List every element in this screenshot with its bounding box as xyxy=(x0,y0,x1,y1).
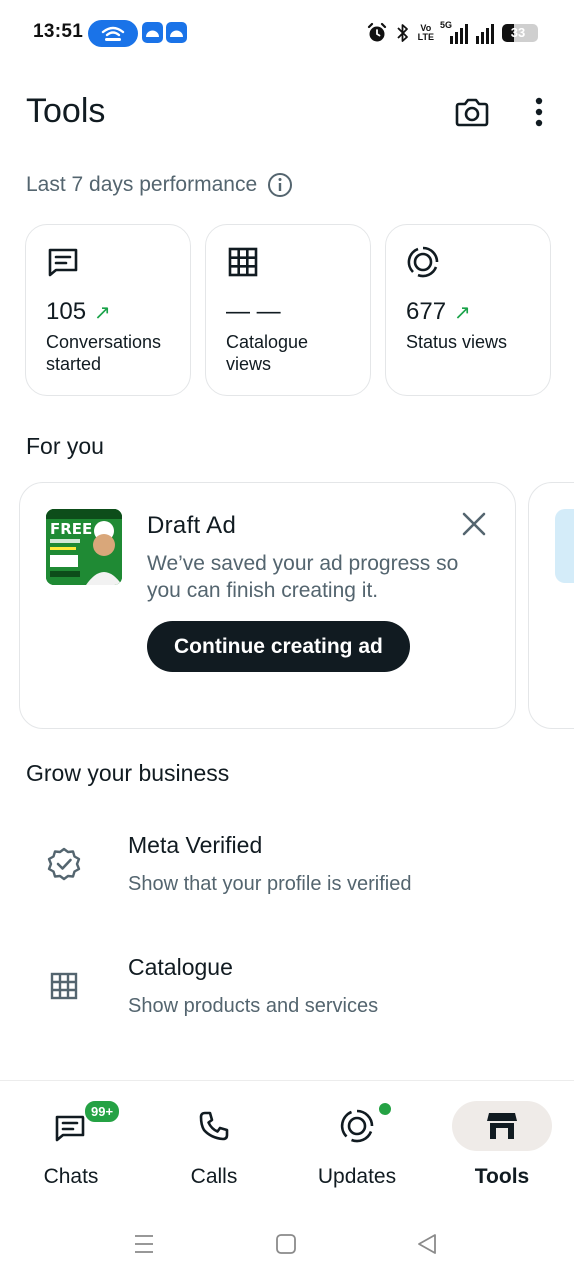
nav-label: Calls xyxy=(190,1165,238,1188)
next-card-thumbnail xyxy=(555,509,574,583)
back-triangle-icon xyxy=(418,1234,436,1254)
alarm-icon xyxy=(367,22,386,42)
status-bar: 13:51 Vo LTE 5G 33 xyxy=(0,0,574,66)
list-item-subtitle: Show products and services xyxy=(128,995,379,1017)
ad-title: Draft Ad xyxy=(147,512,237,539)
performance-title: Last 7 days performance xyxy=(26,173,258,196)
volte-bottom-text: LTE xyxy=(417,32,434,42)
system-navigation-bar xyxy=(0,1204,574,1280)
updates-icon xyxy=(307,1101,407,1151)
trend-up-icon: ↗ xyxy=(454,301,471,324)
status-time: 13:51 xyxy=(33,21,84,42)
draft-ad-card[interactable]: FREE Draft Ad We’ve saved your ad progre… xyxy=(19,482,516,729)
next-card-peek[interactable] xyxy=(528,482,574,729)
nav-label: Tools xyxy=(474,1165,530,1188)
camera-button[interactable] xyxy=(452,92,492,132)
verified-badge-icon xyxy=(44,844,84,884)
back-button[interactable] xyxy=(413,1230,441,1258)
stat-label-line2: views xyxy=(226,354,272,374)
ad-thumb-text: FREE xyxy=(50,520,93,538)
android-notification-icon xyxy=(142,22,163,43)
battery-level: 33 xyxy=(510,25,526,40)
stat-value: — — xyxy=(226,298,281,325)
performance-heading: Last 7 days performance xyxy=(26,172,293,198)
list-item-subtitle: Show that your profile is verified xyxy=(128,873,412,895)
dismiss-ad-button[interactable] xyxy=(459,509,489,539)
bottom-navigation: 99+ Chats Calls Updates Tools xyxy=(0,1080,574,1204)
nav-tab-chats[interactable]: 99+ Chats xyxy=(11,1099,131,1189)
list-item-catalogue[interactable]: Catalogue Show products and services xyxy=(0,937,574,1037)
stat-card-catalogue-views[interactable]: — — Catalogue views xyxy=(205,224,371,396)
more-options-button[interactable] xyxy=(519,92,559,132)
menu-icon xyxy=(135,1235,153,1253)
continue-creating-ad-button[interactable]: Continue creating ad xyxy=(147,621,410,672)
nav-label: Updates xyxy=(317,1165,397,1188)
bluetooth-icon xyxy=(397,24,408,42)
nav-tab-updates[interactable]: Updates xyxy=(297,1099,417,1189)
hotspot-pill[interactable] xyxy=(88,20,138,47)
stat-label-line2: started xyxy=(46,354,102,374)
performance-cards: 105 ↗ Conversations started — — Catalogu… xyxy=(25,224,551,396)
page-title: Tools xyxy=(26,92,106,130)
new-updates-dot xyxy=(377,1101,393,1117)
more-vertical-icon xyxy=(535,97,543,127)
hotspot-icon xyxy=(101,26,125,41)
grid-icon xyxy=(226,245,260,279)
stat-value: 105 xyxy=(46,298,87,325)
home-square-icon xyxy=(276,1234,296,1254)
for-you-heading: For you xyxy=(26,433,104,459)
stat-value: 677 xyxy=(406,298,447,325)
unread-badge: 99+ xyxy=(83,1099,122,1124)
grow-business-heading: Grow your business xyxy=(26,760,230,786)
stat-label: Conversations xyxy=(46,332,162,352)
list-item-title: Meta Verified xyxy=(128,832,263,858)
nav-label: Chats xyxy=(43,1165,99,1188)
stat-card-status-views[interactable]: 677 ↗ Status views xyxy=(385,224,551,396)
home-button[interactable] xyxy=(272,1230,300,1258)
ad-thumbnail: FREE xyxy=(46,509,122,585)
battery-icon: 33 xyxy=(502,24,538,42)
stat-card-conversations[interactable]: 105 ↗ Conversations started xyxy=(25,224,191,396)
android-notification-icon xyxy=(166,22,187,43)
close-icon xyxy=(462,512,486,536)
list-item-title: Catalogue xyxy=(128,954,233,980)
nav-tab-tools[interactable]: Tools xyxy=(442,1099,562,1189)
stat-label: Status views xyxy=(406,332,508,352)
camera-icon xyxy=(455,98,489,127)
status-icon xyxy=(406,245,440,279)
ad-description: We’ve saved your ad progress so you can … xyxy=(147,552,459,602)
list-item-meta-verified[interactable]: Meta Verified Show that your profile is … xyxy=(0,815,574,915)
trend-up-icon: ↗ xyxy=(94,301,111,324)
signal-5g: 5G xyxy=(440,20,468,44)
status-icons: Vo LTE 5G 33 xyxy=(366,19,538,47)
network-type: 5G xyxy=(440,20,453,30)
grid-icon xyxy=(44,966,84,1006)
chats-icon: 99+ xyxy=(21,1099,122,1151)
nav-tab-calls[interactable]: Calls xyxy=(154,1099,274,1189)
stat-label: Catalogue xyxy=(226,332,309,352)
phone-icon xyxy=(164,1101,264,1151)
message-icon xyxy=(46,245,80,279)
info-icon[interactable] xyxy=(267,172,293,198)
recent-apps-button[interactable] xyxy=(130,1230,158,1258)
store-icon xyxy=(452,1101,552,1151)
signal-bars-icon xyxy=(476,22,494,44)
volte-indicator: Vo LTE xyxy=(418,24,434,42)
